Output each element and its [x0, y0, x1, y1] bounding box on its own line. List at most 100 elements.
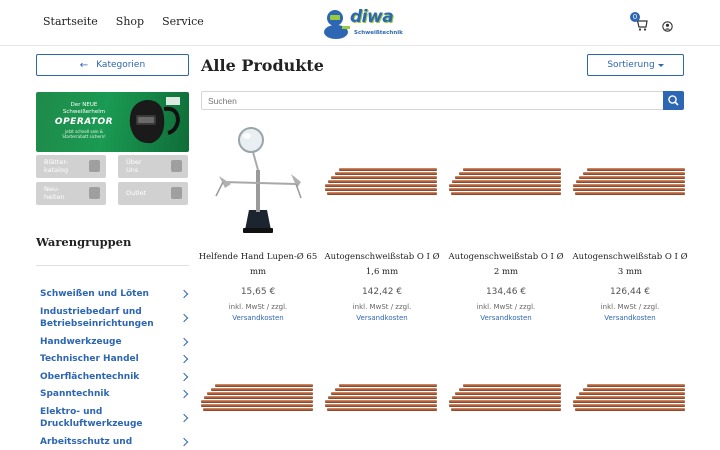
- sort-dropdown[interactable]: Sortierung: [587, 54, 684, 76]
- header: Startseite Shop Service diwa Schweißtech…: [0, 0, 720, 46]
- caret-down-icon: [657, 63, 664, 67]
- product-card[interactable]: [325, 384, 439, 414]
- tile-neuheiten-label: Neu- heiten: [44, 185, 65, 201]
- category-item[interactable]: Spanntechnik: [40, 388, 190, 401]
- product-price: 142,42 €: [361, 287, 403, 297]
- tax-text: inkl. MwSt / zzgl.: [352, 303, 412, 311]
- copper-rods-image: [325, 384, 437, 412]
- tile-ueber-uns[interactable]: Über Uns: [118, 155, 188, 178]
- product-price: 126,44 €: [609, 287, 651, 297]
- account-button[interactable]: [662, 17, 673, 36]
- tile-blaetterkatalog[interactable]: Blätter- katalog: [36, 155, 106, 178]
- divider: [36, 265, 189, 266]
- team-icon: [171, 160, 182, 172]
- product-card[interactable]: [201, 384, 315, 414]
- page-title: Alle Produkte: [201, 56, 324, 75]
- tile-neuheiten[interactable]: Neu- heiten: [36, 182, 106, 205]
- category-list: Schweißen und Löten Industriebedarf und …: [40, 288, 190, 448]
- chevron-right-icon: [179, 290, 189, 299]
- logo-subtext: Schweißtechnik: [354, 30, 403, 36]
- tax-text: inkl. MwSt / zzgl.: [600, 303, 660, 311]
- tile-outlet[interactable]: Outlet: [118, 182, 188, 205]
- nav-service[interactable]: Service: [162, 15, 204, 28]
- category-item[interactable]: Schweißen und Löten: [40, 288, 190, 301]
- search-button[interactable]: [663, 91, 684, 110]
- sort-label: Sortierung: [607, 60, 655, 70]
- product-tax-note: inkl. MwSt / zzgl. Versandkosten: [573, 302, 687, 324]
- product-name[interactable]: Autogenschweißstab O I Ø 1,6 mm: [321, 250, 443, 280]
- product-card[interactable]: [573, 384, 687, 414]
- category-item[interactable]: Technischer Handel: [40, 353, 190, 366]
- new-products-icon: [89, 187, 100, 199]
- catalog-icon: [89, 160, 100, 172]
- chevron-right-icon: [179, 390, 189, 399]
- chevron-right-icon: [179, 437, 189, 446]
- product-name[interactable]: Autogenschweißstab O I Ø 3 mm: [569, 250, 691, 280]
- product-price: 134,46 €: [485, 287, 527, 297]
- copper-rods-image: [573, 384, 685, 412]
- welder-mascot-icon: [324, 10, 350, 39]
- copper-rods-image: [449, 168, 561, 196]
- tile-ueber-uns-label: Über Uns: [126, 158, 142, 174]
- cart-count-badge: 0: [630, 12, 640, 22]
- category-label: Arbeitsschutz und: [40, 436, 133, 447]
- category-label: Spanntechnik: [40, 389, 110, 399]
- nav-startseite[interactable]: Startseite: [43, 15, 98, 28]
- copper-rods-image: [201, 384, 313, 412]
- banner-line1: Der NEUE Schweißerhelm: [62, 102, 106, 115]
- category-label: Technischer Handel: [40, 354, 139, 364]
- shipping-link[interactable]: Versandkosten: [480, 314, 531, 322]
- product-price: 15,65 €: [240, 287, 276, 297]
- category-label: Handwerkzeuge: [40, 336, 122, 347]
- chevron-right-icon: [179, 355, 189, 364]
- category-item[interactable]: Industriebedarf und Betriebseinrichtunge…: [40, 306, 190, 331]
- chevron-right-icon: [179, 372, 189, 381]
- quicklink-tiles: Blätter- katalog Über Uns Neu- heiten Ou…: [36, 155, 189, 207]
- copper-rods-image: [573, 168, 685, 196]
- banner-line3: jetzt schnell sein & Starterrabatt siche…: [62, 129, 106, 139]
- category-label: Oberflächentechnik: [40, 371, 140, 382]
- chevron-right-icon: [179, 413, 189, 423]
- copper-rods-image: [449, 384, 561, 412]
- product-tax-note: inkl. MwSt / zzgl. Versandkosten: [325, 302, 439, 324]
- chevron-right-icon: [179, 337, 189, 346]
- warengruppen-heading: Warengruppen: [36, 235, 132, 249]
- product-card[interactable]: [449, 384, 563, 414]
- shipping-link[interactable]: Versandkosten: [604, 314, 655, 322]
- product-name[interactable]: Helfende Hand Lupen-Ø 65 mm: [197, 250, 319, 280]
- category-item[interactable]: Arbeitsschutz und: [40, 436, 190, 449]
- nav-shop[interactable]: Shop: [116, 15, 144, 28]
- kategorien-label: Kategorien: [96, 60, 146, 70]
- tile-outlet-label: Outlet: [126, 189, 147, 197]
- user-icon: [662, 21, 673, 32]
- cart-button[interactable]: 0: [630, 12, 648, 31]
- main-nav: Startseite Shop Service: [43, 15, 204, 28]
- tile-blaetterkatalog-label: Blätter- katalog: [44, 158, 69, 174]
- category-label: Industriebedarf und Betriebseinrichtunge…: [40, 306, 154, 330]
- logo[interactable]: diwa Schweißtechnik: [322, 6, 403, 40]
- product-tax-note: inkl. MwSt / zzgl. Versandkosten: [449, 302, 563, 324]
- operator-helmet-banner[interactable]: Der NEUE Schweißerhelm OPERATOR jetzt sc…: [36, 92, 189, 152]
- product-name[interactable]: Autogenschweißstab O I Ø 2 mm: [445, 250, 567, 280]
- arrow-left-icon: ←: [79, 59, 89, 71]
- kategorien-button[interactable]: ← Kategorien: [36, 54, 189, 76]
- logo-wordmark: diwa: [350, 7, 394, 27]
- copper-rods-image: [325, 168, 437, 196]
- category-item[interactable]: Handwerkzeuge: [40, 336, 190, 349]
- tax-text: inkl. MwSt / zzgl.: [228, 303, 288, 311]
- helping-hand-image: [215, 127, 302, 233]
- search-icon: [668, 95, 679, 106]
- category-item[interactable]: Elektro- und Druckluftwerkzeuge: [40, 406, 190, 431]
- banner-line2: OPERATOR: [54, 117, 114, 127]
- outlet-icon: [171, 187, 182, 199]
- tax-text: inkl. MwSt / zzgl.: [476, 303, 536, 311]
- search-input[interactable]: [201, 91, 664, 110]
- chevron-right-icon: [179, 313, 189, 323]
- category-label: Schweißen und Löten: [40, 289, 149, 299]
- shipping-link[interactable]: Versandkosten: [232, 314, 283, 322]
- category-label: Elektro- und Druckluftwerkzeuge: [40, 406, 143, 430]
- shipping-link[interactable]: Versandkosten: [356, 314, 407, 322]
- product-tax-note: inkl. MwSt / zzgl. Versandkosten: [201, 302, 315, 324]
- welding-helmet-image: [129, 97, 181, 144]
- category-item[interactable]: Oberflächentechnik: [40, 371, 190, 384]
